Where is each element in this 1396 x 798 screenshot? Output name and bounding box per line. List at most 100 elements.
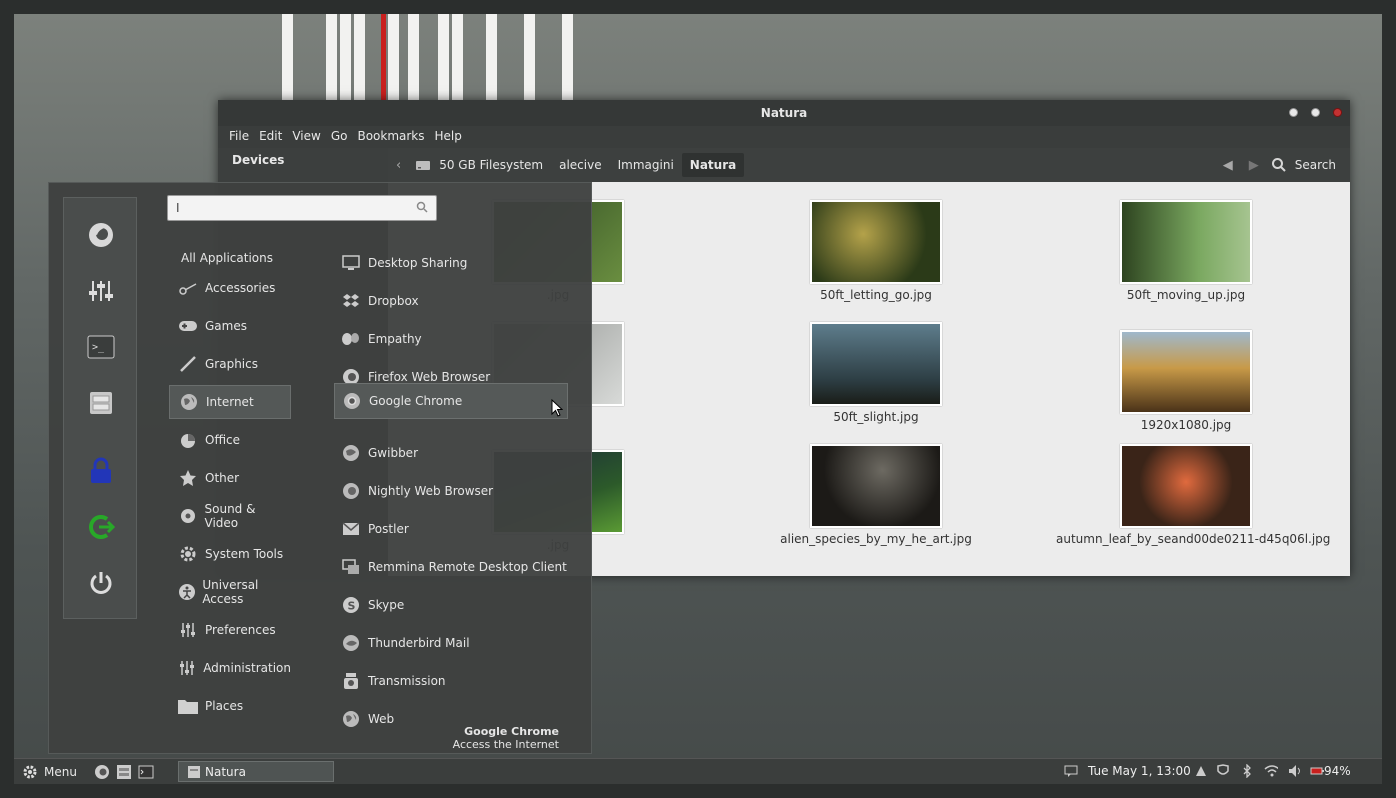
menu-search-input[interactable]: I <box>167 195 437 221</box>
file-item[interactable]: 50ft_moving_up.jpg <box>1056 200 1316 302</box>
wallpaper-stripe <box>354 14 365 100</box>
firefox-launcher-icon[interactable] <box>94 764 110 780</box>
app-label: Transmission <box>368 674 446 688</box>
minimize-button[interactable] <box>1289 108 1298 117</box>
category-sound-video[interactable]: Sound & Video <box>169 499 291 533</box>
category-universal-access[interactable]: Universal Access <box>169 575 291 609</box>
battery-icon[interactable] <box>1310 764 1324 778</box>
file-name: autumn_leaf_by_seand00de0211-d45q06l.jpg <box>1056 532 1331 546</box>
menu-button[interactable]: Menu <box>14 764 77 780</box>
power-icon[interactable] <box>82 564 120 602</box>
search-button[interactable]: Search <box>1287 153 1344 177</box>
crumb-scroll-left-icon[interactable]: ‹ <box>388 158 409 173</box>
category-label: Preferences <box>205 623 276 637</box>
volume-icon[interactable] <box>1288 764 1302 778</box>
category-office[interactable]: Office <box>169 423 291 457</box>
crumb-alecive[interactable]: alecive <box>551 153 610 177</box>
app-label: Firefox Web Browser <box>368 370 491 384</box>
menu-help[interactable]: Help <box>430 126 467 148</box>
category-games[interactable]: Games <box>169 309 291 343</box>
wallpaper-stripe <box>452 14 463 100</box>
sliders-icon <box>177 619 199 641</box>
menu-edit[interactable]: Edit <box>254 126 287 148</box>
category-other[interactable]: Other <box>169 461 291 495</box>
category-label: Places <box>205 699 244 713</box>
forward-arrow-icon[interactable]: ▶ <box>1241 158 1267 173</box>
wallpaper-stripe <box>486 14 497 100</box>
file-name: 1920x1080.jpg <box>1140 418 1232 432</box>
search-icon[interactable] <box>1271 157 1287 173</box>
close-button[interactable] <box>1333 108 1342 117</box>
globe-icon <box>340 708 362 730</box>
terminal-icon[interactable]: >_ <box>82 328 120 366</box>
app-label: Skype <box>368 598 405 612</box>
window-titlebar[interactable]: Natura <box>218 100 1350 126</box>
file-cabinet-icon[interactable] <box>82 384 120 422</box>
category-internet[interactable]: Internet <box>169 385 291 419</box>
menu-go[interactable]: Go <box>326 126 353 148</box>
category-label: System Tools <box>205 547 284 561</box>
maximize-button[interactable] <box>1311 108 1320 117</box>
category-places[interactable]: Places <box>169 689 291 723</box>
app-gwibber[interactable]: Gwibber <box>334 435 568 471</box>
file-name: 50ft_moving_up.jpg <box>1126 288 1246 302</box>
transmission-icon <box>340 670 362 692</box>
category-accessories[interactable]: Accessories <box>169 271 291 305</box>
clock[interactable]: Tue May 1, 13:00 <box>1088 764 1191 778</box>
app-skype[interactable]: S Skype <box>334 587 568 623</box>
crumb-immagini[interactable]: Immagini <box>610 153 682 177</box>
search-icon <box>416 201 428 216</box>
app-google-chrome[interactable]: Google Chrome <box>334 383 568 419</box>
file-thumbnail <box>1120 330 1252 414</box>
notification-icon[interactable] <box>1064 764 1078 778</box>
app-postler[interactable]: Postler <box>334 511 568 547</box>
app-thunderbird[interactable]: Thunderbird Mail <box>334 625 568 661</box>
file-item[interactable]: 50ft_slight.jpg <box>746 322 1006 424</box>
search-text: I <box>176 201 180 215</box>
menu-bookmarks[interactable]: Bookmarks <box>352 126 429 148</box>
app-dropbox[interactable]: Dropbox <box>334 283 568 319</box>
app-transmission[interactable]: Transmission <box>334 663 568 699</box>
bottom-panel: Menu Natura Tue May 1, 13:00 94% <box>14 758 1382 784</box>
file-item[interactable]: autumn_leaf_by_seand00de0211-d45q06l.jpg <box>1056 444 1331 546</box>
file-item[interactable]: 50ft_letting_go.jpg <box>746 200 1006 302</box>
settings-sliders-icon[interactable] <box>82 272 120 310</box>
category-label: Games <box>205 319 247 333</box>
firefox-icon[interactable] <box>82 216 120 254</box>
file-item[interactable]: 1920x1080.jpg <box>1056 330 1316 432</box>
logout-icon[interactable] <box>82 508 120 546</box>
lock-screen-icon[interactable] <box>82 452 120 490</box>
bluetooth-icon[interactable] <box>1240 764 1254 778</box>
location-toolbar: ‹ 50 GB Filesystem alecive Immagini Natu… <box>388 148 1350 182</box>
back-arrow-icon[interactable]: ◀ <box>1215 158 1241 173</box>
category-label: Administration <box>203 661 291 675</box>
taskbar-item-natura[interactable]: Natura <box>178 761 334 782</box>
category-administration[interactable]: Administration <box>169 651 291 685</box>
category-label: Graphics <box>205 357 258 371</box>
wifi-icon[interactable] <box>1264 764 1278 778</box>
folder-icon <box>177 695 199 717</box>
menu-file[interactable]: File <box>224 126 254 148</box>
app-desktop-sharing[interactable]: Desktop Sharing <box>334 245 568 281</box>
app-label: Web <box>368 712 395 726</box>
menubar: File Edit View Go Bookmarks Help <box>218 126 1350 148</box>
file-item[interactable]: alien_species_by_my_he_art.jpg <box>746 444 1006 546</box>
category-system-tools[interactable]: System Tools <box>169 537 291 571</box>
shield-icon[interactable] <box>1216 764 1230 778</box>
nightly-icon <box>340 480 362 502</box>
app-empathy[interactable]: Empathy <box>334 321 568 357</box>
category-preferences[interactable]: Preferences <box>169 613 291 647</box>
crumb-natura[interactable]: Natura <box>681 153 745 177</box>
category-all-applications[interactable]: All Applications <box>169 241 291 275</box>
terminal-launcher-icon[interactable] <box>138 764 154 780</box>
globe-icon <box>178 391 200 413</box>
category-label: All Applications <box>181 251 273 265</box>
menu-view[interactable]: View <box>287 126 325 148</box>
app-nightly[interactable]: Nightly Web Browser <box>334 473 568 509</box>
up-arrow-icon[interactable] <box>1194 764 1208 778</box>
category-graphics[interactable]: Graphics <box>169 347 291 381</box>
file-manager-launcher-icon[interactable] <box>116 764 132 780</box>
crumb-filesystem[interactable]: 50 GB Filesystem <box>431 153 551 177</box>
app-remmina[interactable]: Remmina Remote Desktop Client <box>334 549 568 585</box>
app-description-text: Access the Internet <box>452 738 559 751</box>
